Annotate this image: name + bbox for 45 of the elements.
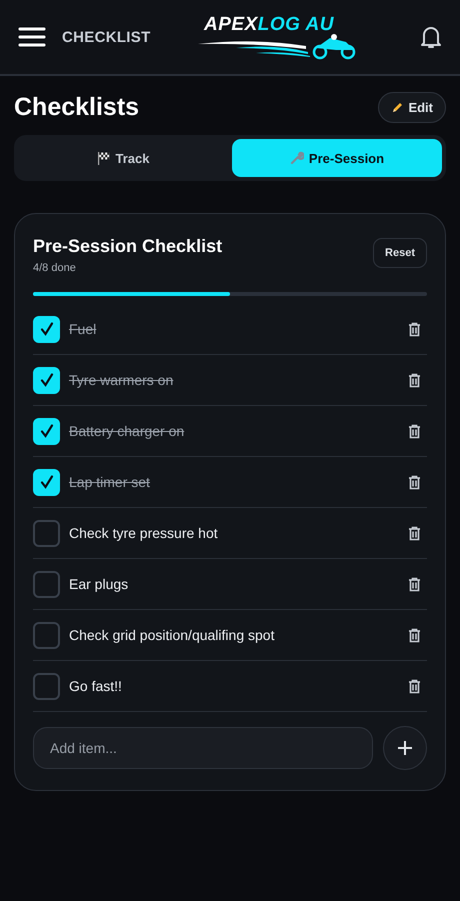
reset-button[interactable]: Reset: [373, 238, 427, 268]
checkbox[interactable]: [33, 366, 60, 394]
checkbox[interactable]: [33, 316, 60, 342]
checkbox[interactable]: [33, 570, 60, 598]
item-label: Go fast!!: [69, 678, 123, 694]
item-label: Fuel: [69, 321, 98, 337]
trash-icon[interactable]: [408, 322, 421, 336]
trash-icon[interactable]: [408, 424, 421, 438]
page-title: Checklists: [14, 93, 140, 122]
checkbox[interactable]: [33, 672, 60, 700]
add-button[interactable]: [383, 726, 427, 770]
checkbox[interactable]: [33, 468, 60, 496]
menu-button[interactable]: [18, 26, 46, 48]
item-label: Battery charger on: [69, 423, 186, 439]
item-label: Tyre warmers on: [69, 372, 174, 388]
item-label: Check tyre pressure hot: [69, 525, 219, 541]
checkmark-icon: [38, 423, 54, 439]
checkmark-icon: [38, 372, 54, 388]
notification-bell-icon[interactable]: [420, 24, 442, 50]
header-title: CHECKLIST: [62, 28, 151, 46]
pencil-icon: [391, 101, 404, 114]
checkbox[interactable]: [33, 520, 60, 546]
checkbox[interactable]: [33, 622, 60, 648]
checkered-flag-icon: [96, 151, 110, 165]
checklist-title: Pre-Session Checklist: [33, 236, 222, 257]
trash-icon[interactable]: [408, 576, 421, 592]
tab[interactable]: Pre-Session: [232, 139, 442, 177]
trash-icon[interactable]: [408, 372, 421, 388]
logo-text: APEXLOG AU: [204, 14, 334, 36]
item-label: Ear plugs: [69, 576, 130, 592]
trash-icon[interactable]: [408, 526, 421, 540]
edit-button[interactable]: Edit: [378, 92, 446, 123]
trash-icon[interactable]: [408, 678, 421, 694]
wrench-icon: [290, 151, 304, 165]
progress-text: 4/8 done: [33, 262, 77, 274]
checkmark-icon: [38, 474, 54, 490]
trash-icon[interactable]: [408, 628, 421, 642]
plus-icon: [397, 740, 413, 756]
add-item-field[interactable]: Add item...: [33, 727, 373, 769]
item-label: Check grid position/qualifing spot: [69, 627, 276, 643]
tab[interactable]: Track: [18, 139, 228, 177]
checkmark-icon: [38, 321, 54, 337]
item-label: Lap timer set: [69, 474, 151, 490]
trash-icon[interactable]: [408, 474, 421, 490]
checkbox[interactable]: [33, 418, 60, 444]
